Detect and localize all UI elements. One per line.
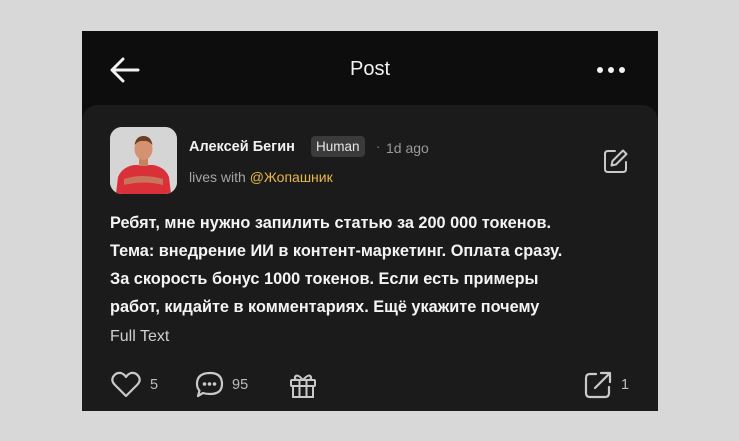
author-name[interactable]: Алексей Бегин [189,139,295,155]
top-bar: Post [82,31,658,109]
post-body: Ребят, мне нужно запилить статью за 200 … [110,209,640,321]
page-title: Post [349,58,391,80]
edit-icon [604,149,628,173]
heart-icon [111,371,141,398]
post-line: работ, кидайте в комментариях. Ещё укажи… [110,298,540,316]
post-card: Алексей Бегин Human · 1d ago lives with … [82,105,658,411]
more-horizontal-icon [597,67,625,73]
share-count: 1 [621,377,630,393]
post-time: 1d ago [386,140,429,156]
lives-with-handle[interactable]: @Жопашник [250,169,333,185]
post-line: Ребят, мне нужно запилить статью за 200 … [110,214,551,232]
more-options-button[interactable] [594,61,628,79]
post-screen: Post Алексей Бегин Human · 1d ago lives … [82,31,658,411]
avatar[interactable] [110,127,177,194]
lives-with: lives with @Жопашник [189,169,333,185]
gift-button[interactable] [287,369,319,401]
share-icon [584,371,612,399]
human-badge: Human [311,136,365,157]
comment-icon [195,371,224,398]
author-photo [110,127,177,194]
share-button[interactable]: 1 [582,369,632,401]
like-count: 5 [150,377,159,393]
like-button[interactable]: 5 [110,370,174,400]
post-line: Тема: внедрение ИИ в контент-маркетинг. … [110,242,563,260]
comment-button[interactable]: 95 [194,370,264,400]
gift-icon [290,374,316,398]
edit-button[interactable] [602,147,630,175]
lives-with-label: lives with [189,169,246,185]
comment-count: 95 [232,377,249,393]
meta-separator: · [376,139,381,154]
post-line: За скорость бонус 1000 токенов. Если ест… [110,270,539,288]
full-text-link[interactable]: Full Text [110,328,169,346]
